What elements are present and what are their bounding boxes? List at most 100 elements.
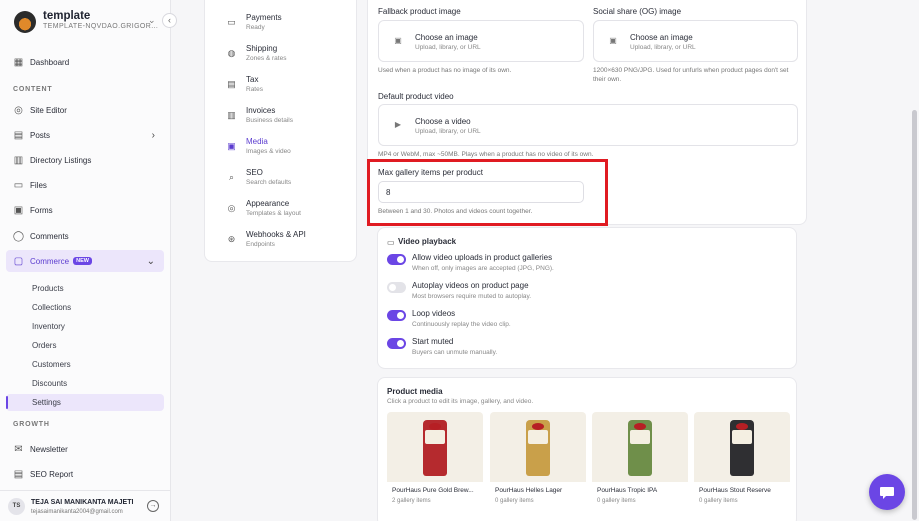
document-icon: ▤ (13, 129, 24, 141)
loop-toggle[interactable] (387, 310, 406, 321)
toggle-row-loop[interactable]: Loop videos Continuously replay the vide… (387, 309, 787, 333)
fallback-image-picker[interactable]: ▣ Choose an image Upload, library, or UR… (378, 20, 584, 62)
fallback-image-help: Used when a product has no image of its … (378, 67, 512, 74)
subnav-subtitle: Zones & rates (246, 55, 287, 62)
scrollbar[interactable] (912, 110, 917, 520)
product-card[interactable]: PourHaus Pure Gold Brew... 2 gallery ite… (387, 412, 483, 509)
chevron-down-icon: ⌄ (146, 255, 155, 267)
chevron-down-icon: ⌄ (148, 15, 156, 25)
workspace-switcher[interactable]: template TEMPLATE-NQVDAO.GRIGOR... ⌄ (14, 9, 164, 35)
default-video-picker[interactable]: ▶ Choose a video Upload, library, or URL (378, 104, 798, 146)
sidebar-item-directory-listings[interactable]: ▥ Directory Listings (6, 150, 164, 170)
product-gallery-count: 0 gallery items (699, 498, 738, 504)
user-profile[interactable]: TS TEJA SAI MANIKANTA MAJETI tejasaimani… (0, 490, 171, 521)
product-image (694, 412, 790, 482)
subnav-item-seo[interactable]: ⌕ SEO Search defaults (211, 165, 351, 193)
sidebar-item-comments[interactable]: ◯ Comments (6, 226, 164, 246)
sidebar-item-dashboard[interactable]: ▦ Dashboard (6, 52, 164, 72)
sidebar-item-site-editor[interactable]: ◎ Site Editor (6, 100, 164, 120)
collapse-sidebar-button[interactable]: ‹ (162, 13, 177, 28)
product-media-card: Product media Click a product to edit it… (377, 377, 797, 521)
sidebar-item-newsletter[interactable]: ✉ Newsletter (6, 439, 164, 459)
receipt-icon: ▤ (227, 79, 236, 89)
picker-subtitle: Upload, library, or URL (415, 128, 481, 135)
product-card[interactable]: PourHaus Helles Lager 0 gallery items (490, 412, 586, 509)
sidebar-sub-products[interactable]: Products (32, 284, 64, 293)
beer-can-icon (628, 420, 652, 476)
product-name: PourHaus Tropic IPA (597, 487, 658, 494)
product-card[interactable]: PourHaus Tropic IPA 0 gallery items (592, 412, 688, 509)
sidebar-item-label: Newsletter (30, 444, 68, 454)
sidebar-sub-label: Settings (32, 398, 61, 407)
subnav-item-tax[interactable]: ▤ Tax Rates (211, 72, 351, 100)
subnav-item-webhooks[interactable]: ⊛ Webhooks & API Endpoints (211, 227, 351, 255)
autoplay-toggle[interactable] (387, 282, 406, 293)
sidebar-sub-collections[interactable]: Collections (32, 303, 71, 312)
product-media-title: Product media (387, 387, 443, 396)
toggle-row-allow-video[interactable]: Allow video uploads in product galleries… (387, 253, 787, 277)
product-gallery-count: 0 gallery items (495, 498, 534, 504)
og-image-help: 1200×630 PNG/JPG. Used for unfurls when … (593, 67, 789, 83)
sidebar-sub-customers[interactable]: Customers (32, 360, 71, 369)
product-card[interactable]: PourHaus Stout Reserve 0 gallery items (694, 412, 790, 509)
product-name: PourHaus Stout Reserve (699, 487, 771, 494)
og-image-picker[interactable]: ▣ Choose an image Upload, library, or UR… (593, 20, 798, 62)
max-gallery-input[interactable] (378, 181, 584, 203)
clipboard-icon: ▣ (13, 204, 24, 216)
brand-logo-icon (14, 11, 36, 33)
subnav-subtitle: Images & video (246, 148, 291, 155)
chat-icon (880, 487, 894, 499)
sidebar-item-commerce[interactable]: ▢ Commerce NEW ⌄ (6, 250, 164, 272)
mail-icon: ✉ (14, 443, 23, 455)
sidebar-item-forms[interactable]: ▣ Forms (6, 200, 164, 220)
start-muted-toggle[interactable] (387, 338, 406, 349)
sidebar-item-label: Directory Listings (30, 155, 92, 165)
subnav-item-appearance[interactable]: ◎ Appearance Templates & layout (211, 196, 351, 224)
toggle-row-autoplay[interactable]: Autoplay videos on product page Most bro… (387, 281, 787, 305)
toggle-label: Allow video uploads in product galleries (412, 253, 553, 262)
subnav-title: Shipping (246, 44, 278, 53)
settings-subnav: ▭ Payments Ready ◍ Shipping Zones & rate… (204, 0, 357, 262)
subnav-item-invoices[interactable]: ▥ Invoices Business details (211, 103, 351, 131)
workspace-name: template (43, 10, 91, 22)
subnav-title: Webhooks & API (246, 230, 306, 239)
sidebar-item-seo-report[interactable]: ▤ SEO Report (6, 464, 164, 484)
picker-title: Choose an image (415, 33, 478, 42)
subnav-item-media[interactable]: ▣ Media Images & video (211, 134, 351, 162)
image-icon: ▣ (394, 36, 402, 45)
folder-icon: ▭ (13, 179, 24, 191)
webhook-icon: ⊛ (227, 234, 236, 244)
product-image (387, 412, 483, 482)
sidebar-sub-inventory[interactable]: Inventory (32, 322, 65, 331)
sidebar-item-files[interactable]: ▭ Files (6, 175, 164, 195)
sidebar-sub-orders[interactable]: Orders (32, 341, 56, 350)
image-icon: ▣ (227, 141, 236, 151)
sidebar: template TEMPLATE-NQVDAO.GRIGOR... ⌄ ▦ D… (0, 0, 171, 521)
credit-card-icon: ▭ (227, 17, 236, 27)
subnav-subtitle: Templates & layout (246, 210, 301, 217)
image-icon: ▣ (609, 36, 617, 45)
palette-icon: ◎ (14, 104, 23, 116)
og-image-label: Social share (OG) image (593, 7, 682, 16)
logout-icon[interactable]: → (147, 500, 159, 512)
sidebar-item-label: Site Editor (30, 105, 67, 115)
sidebar-item-posts[interactable]: ▤ Posts › (6, 125, 164, 145)
sidebar-sub-settings[interactable]: Settings (6, 394, 164, 411)
chat-button[interactable] (869, 474, 905, 510)
product-gallery-count: 0 gallery items (597, 498, 636, 504)
allow-video-toggle[interactable] (387, 254, 406, 265)
toggle-row-start-muted[interactable]: Start muted Buyers can unmute manually. (387, 337, 787, 361)
product-image (592, 412, 688, 482)
sidebar-sub-discounts[interactable]: Discounts (32, 379, 67, 388)
subnav-item-payments[interactable]: ▭ Payments Ready (211, 10, 351, 38)
new-badge: NEW (73, 257, 92, 265)
book-icon: ▥ (13, 154, 24, 166)
subnav-title: Invoices (246, 106, 276, 115)
user-email: tejasaimanikanta2004@gmail.com (31, 509, 123, 515)
sidebar-item-label: Files (30, 180, 47, 190)
beer-can-icon (730, 420, 754, 476)
subnav-item-shipping[interactable]: ◍ Shipping Zones & rates (211, 41, 351, 69)
subnav-title: Tax (246, 75, 259, 84)
toggle-description: Continuously replay the video clip. (412, 321, 511, 328)
picker-subtitle: Upload, library, or URL (630, 44, 696, 51)
